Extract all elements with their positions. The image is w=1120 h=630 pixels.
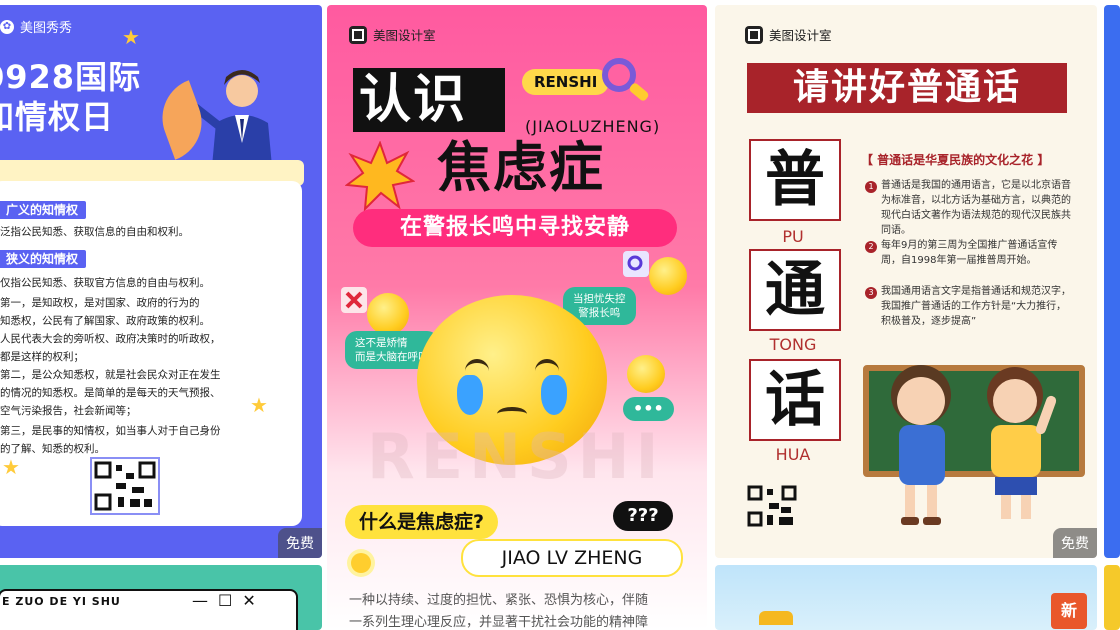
burst-icon <box>345 141 415 211</box>
char-pinyin: TONG <box>769 335 817 354</box>
slogan-banner: 在警报长鸣中寻找安静 <box>353 209 677 247</box>
template-gallery: ✿ 美图秀秀 0928国际 知情权日 ★ 广义的知情权 泛指公民知悉、获取信息的… <box>0 0 1120 630</box>
title-line-1: 0928国际 <box>0 58 142 96</box>
star-icon: ★ <box>2 455 20 479</box>
char-box: 普 <box>749 139 841 221</box>
item-number: 1 <box>865 181 877 193</box>
template-card-partial[interactable] <box>1104 5 1120 558</box>
ellipsis-bubble: ••• <box>623 397 674 421</box>
char-box: 通 <box>749 249 841 331</box>
title-anxiety: 焦虑症 <box>437 136 605 199</box>
brand-name: 美图设计室 <box>769 28 832 43</box>
pinyin-pill-bottom: JIAO LV ZHENG <box>461 539 683 577</box>
meitu-logo-icon: ✿ <box>0 19 14 34</box>
template-card-right-to-know[interactable]: ✿ 美图秀秀 0928国际 知情权日 ★ 广义的知情权 泛指公民知悉、获取信息的… <box>0 5 322 558</box>
search-icon <box>623 251 649 277</box>
brand: 美图设计室 <box>745 25 832 44</box>
emoji-small <box>649 257 687 295</box>
children-illustration <box>891 365 1057 525</box>
qr-code-icon <box>90 457 160 515</box>
char-pinyin: PU <box>782 227 804 246</box>
free-badge: 免费 <box>278 528 322 558</box>
card-title: 0928国际 知情权日 <box>0 57 141 137</box>
design-studio-logo-icon <box>745 25 763 44</box>
narrow-line: 第二，是公众知悉权，就是社会民众对正在发生 <box>0 369 221 381</box>
title-renshi: 认识 <box>359 70 468 130</box>
narrow-line: 第三，是民事的知情权，如当事人对于自己身份 <box>0 425 221 437</box>
close-icon <box>341 287 367 313</box>
magnifier-icon <box>602 58 649 101</box>
template-card-bottom-left[interactable]: E ZUO DE YI SHU —☐✕ <box>0 565 322 630</box>
qr-code-icon <box>747 485 797 527</box>
question-marks-bubble: ??? <box>613 501 673 531</box>
narrow-line: 第一，是知政权，是对国家、政府的行为的 <box>0 297 200 309</box>
template-card-mandarin[interactable]: 美图设计室 请讲好普通话 普 PU 通 TONG 话 HUA 【 普通话是华夏民… <box>715 5 1097 558</box>
tag-narrow: 狭义的知情权 <box>0 250 87 268</box>
subtitle-pinyin: (JIAOLUZHENG) <box>525 117 661 136</box>
tag-broad: 广义的知情权 <box>0 201 87 219</box>
char-pinyin: HUA <box>775 445 811 464</box>
free-badge: 免费 <box>1053 528 1097 558</box>
narrow-line: 仅指公民知悉、获取官方信息的自由与权利。 <box>0 277 210 289</box>
item-number: 2 <box>865 241 877 253</box>
new-tag: 新 <box>1051 593 1087 629</box>
taxi-illustration <box>759 611 793 625</box>
brand: ✿ 美图秀秀 <box>0 17 72 36</box>
item-number: 3 <box>865 287 877 299</box>
flower-icon <box>351 553 371 573</box>
definition-paragraph: 一种以持续、过度的担忧、紧张、恐惧为核心，伴随 一系列生理心理反应，并显著干扰社… <box>349 593 649 630</box>
template-card-anxiety[interactable]: 美图设计室 认识 RENSHI (JIAOLUZHENG) 焦虑症 在警报长鸣中… <box>327 5 707 630</box>
title-line-2: 知情权日 <box>0 98 115 136</box>
headline-banner: 请讲好普通话 <box>747 63 1067 113</box>
window-controls: —☐✕ <box>192 591 266 610</box>
brand-name: 美图设计室 <box>373 28 436 43</box>
info-item: 每年9月的第三周为全国推广普通话宣传周，自1998年第一届推普周开始。 <box>881 240 1058 266</box>
question-heading: 什么是焦虑症? <box>345 505 499 539</box>
brand-name: 美图秀秀 <box>20 21 73 36</box>
narrow-line: 的情况的知悉权。是简单的是每天的天气预报、 <box>0 387 221 399</box>
window-title: E ZUO DE YI SHU <box>2 595 121 608</box>
design-studio-logo-icon <box>349 25 367 44</box>
template-card-bottom-middle[interactable]: 新 <box>715 565 1097 630</box>
narrow-line: 人民代表大会的旁听权、政府决策时的听政权， <box>0 333 221 345</box>
narrow-line: 知悉权，公民有了解国家、政府政策的权利。 <box>0 315 210 327</box>
narrow-line: 都是这样的权利； <box>0 351 84 363</box>
broad-text: 泛指公民知悉、获取信息的自由和权利。 <box>0 226 189 238</box>
info-item: 普通话是我国的通用语言，它是以北京语音为标准音，以北方话为基础方言，以典范的现代… <box>881 180 1071 236</box>
section-title: 【 普通话是华夏民族的文化之花 】 <box>861 153 1050 167</box>
narrow-line: 空气污染报告，社会新闻等； <box>0 405 137 417</box>
star-icon: ★ <box>122 25 140 49</box>
emoji-small <box>367 293 409 335</box>
star-icon: ★ <box>250 393 268 417</box>
char-box: 话 <box>749 359 841 441</box>
info-item: 我国通用语言文字是指普通话和规范汉字，我国推广普通话的工作方针是“大力推行，积极… <box>881 286 1071 327</box>
template-card-bottom-right[interactable] <box>1104 565 1120 630</box>
watermark: RENSHI <box>367 420 665 493</box>
emoji-small <box>627 355 665 393</box>
brand: 美图设计室 <box>349 25 436 44</box>
